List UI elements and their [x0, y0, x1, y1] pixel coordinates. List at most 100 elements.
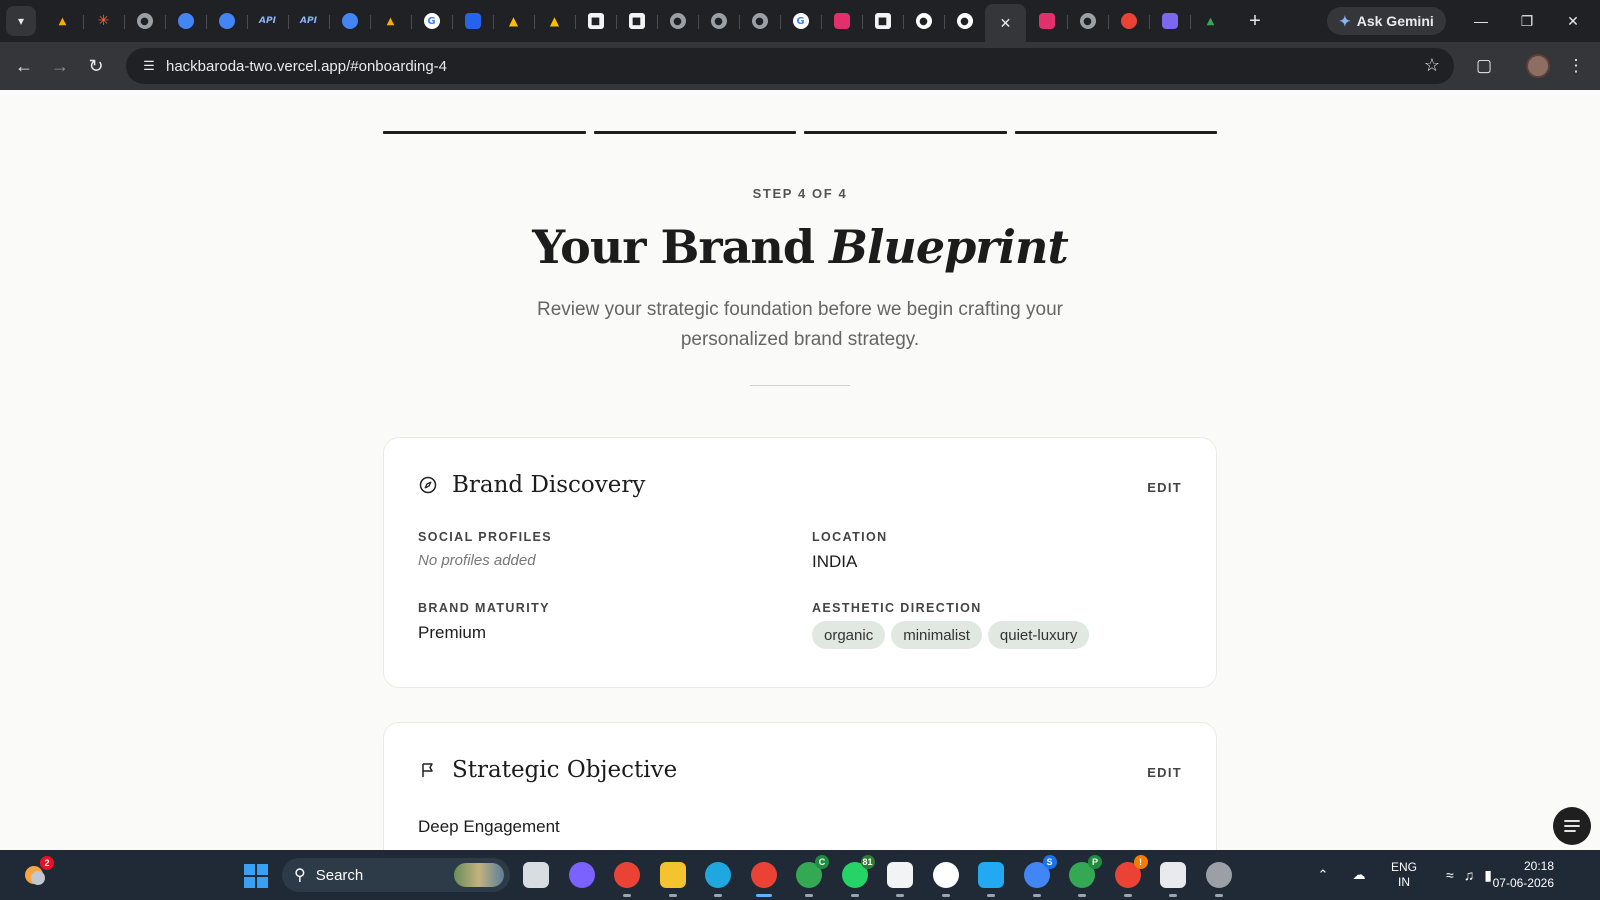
- title-italic: Blueprint: [829, 220, 1069, 274]
- back-button[interactable]: ←: [6, 48, 42, 84]
- google-cloud-icon: [341, 13, 358, 29]
- vscode-taskbar-button[interactable]: [975, 859, 1007, 897]
- restore-button[interactable]: ❐: [1504, 0, 1550, 42]
- browser-tab-strip: ▾ ▲ ✳ ● API API ▲ G ▲ ▲ ■ ■ ● ● ● G ■ ● ● ✕ ● ▲ + ✦ Ask Gemin…: [0, 0, 1600, 42]
- chrome-profile-alert-taskbar-button[interactable]: !: [1112, 855, 1148, 897]
- snipping-tool-taskbar-button[interactable]: [1157, 859, 1189, 897]
- globe-icon: ●: [751, 13, 768, 29]
- aesthetic-tag: minimalist: [891, 621, 982, 649]
- browser-tab[interactable]: G: [780, 4, 821, 38]
- browser-tab[interactable]: ●: [657, 4, 698, 38]
- file-explorer-taskbar-button[interactable]: [657, 859, 689, 897]
- app-badge: S: [1042, 855, 1057, 869]
- cube-app-taskbar-button[interactable]: [884, 859, 916, 897]
- browser-tab[interactable]: API: [247, 4, 288, 38]
- app-badge: C: [815, 855, 829, 869]
- browser-tab[interactable]: ●: [1067, 4, 1108, 38]
- chat-menu-icon: [1564, 820, 1580, 832]
- edit-objective-button[interactable]: EDIT: [1147, 765, 1182, 780]
- chrome-profile-taskbar-button[interactable]: [748, 859, 780, 897]
- browser-tab[interactable]: [1108, 4, 1149, 38]
- language-indicator[interactable]: ENG IN: [1384, 850, 1424, 900]
- extensions-button[interactable]: ▢: [1466, 48, 1502, 84]
- tab-list: ▲ ✳ ● API API ▲ G ▲ ▲ ■ ■ ● ● ● G ■ ● ● ✕ ● ▲ +: [42, 0, 1269, 42]
- browser-tab[interactable]: [452, 4, 493, 38]
- show-hidden-icons-button[interactable]: ⌃: [1310, 850, 1336, 900]
- browser-tab[interactable]: ■: [575, 4, 616, 38]
- cube-icon: ■: [628, 13, 645, 29]
- browser-tab[interactable]: G: [411, 4, 452, 38]
- system-clock[interactable]: 20:18 07-06-2026: [1493, 858, 1554, 892]
- google-cloud-icon: [218, 13, 235, 29]
- browser-tab[interactable]: [165, 4, 206, 38]
- close-tab-icon[interactable]: ✕: [1000, 15, 1012, 32]
- browser-tab[interactable]: [1149, 4, 1190, 38]
- browser-tab[interactable]: ▲: [1190, 4, 1231, 38]
- arc-taskbar-button[interactable]: [930, 859, 962, 897]
- weather-badge: 2: [40, 856, 54, 870]
- task-view-taskbar-button[interactable]: [520, 859, 552, 891]
- browser-tab[interactable]: ▲: [370, 4, 411, 38]
- browser-tab[interactable]: ▲: [534, 4, 575, 38]
- browser-tab[interactable]: [206, 4, 247, 38]
- browser-tab[interactable]: ▲: [42, 4, 83, 38]
- browser-tab[interactable]: ●: [698, 4, 739, 38]
- chat-assistant-button[interactable]: [1553, 807, 1591, 845]
- url-text[interactable]: hackbaroda-two.vercel.app/#onboarding-4: [166, 58, 447, 75]
- weather-widget[interactable]: 2: [20, 856, 54, 890]
- browser-tab[interactable]: ✳: [83, 4, 124, 38]
- browser-tab[interactable]: ■: [862, 4, 903, 38]
- browser-tab[interactable]: API: [288, 4, 329, 38]
- onedrive-icon[interactable]: ☁: [1344, 850, 1374, 900]
- media-player-taskbar-button[interactable]: [1203, 859, 1235, 897]
- address-bar[interactable]: ☰ hackbaroda-two.vercel.app/#onboarding-…: [126, 48, 1454, 84]
- minimize-icon: —: [1474, 13, 1488, 29]
- edge-taskbar-button[interactable]: [702, 859, 734, 897]
- minimize-button[interactable]: —: [1458, 0, 1504, 42]
- browser-tab[interactable]: ▲: [493, 4, 534, 38]
- site-settings-icon[interactable]: ☰: [132, 58, 166, 74]
- browser-tab[interactable]: ●: [944, 4, 985, 38]
- profile-button[interactable]: [1520, 48, 1556, 84]
- chrome-profile-c-taskbar-button[interactable]: C: [793, 855, 829, 897]
- taskbar-search[interactable]: ⚲ Search: [282, 858, 510, 892]
- ask-gemini-button[interactable]: ✦ Ask Gemini: [1327, 7, 1446, 35]
- browser-menu-button[interactable]: ⋮: [1558, 48, 1594, 84]
- chrome-profile-s-taskbar-button[interactable]: S: [1021, 855, 1057, 897]
- browser-toolbar: ← → ↻ ☰ hackbaroda-two.vercel.app/#onboa…: [0, 42, 1600, 90]
- whatsapp-taskbar-button[interactable]: 81: [839, 855, 875, 897]
- browser-tab[interactable]: [821, 4, 862, 38]
- kebab-menu-icon: ⋮: [1567, 56, 1585, 75]
- browser-tab[interactable]: ●: [903, 4, 944, 38]
- edit-discovery-button[interactable]: EDIT: [1147, 480, 1182, 495]
- battery-icon: ▮: [1484, 866, 1492, 883]
- flag-icon: [418, 760, 438, 780]
- github-icon: ●: [915, 13, 932, 29]
- forward-button[interactable]: →: [42, 48, 78, 84]
- field-value: INDIA: [812, 552, 858, 571]
- aesthetic-tag: quiet-luxury: [987, 621, 1090, 649]
- search-label: Search: [315, 866, 364, 884]
- browser-tab[interactable]: ✕: [985, 4, 1026, 42]
- reload-button[interactable]: ↻: [78, 48, 114, 84]
- tab-search-button[interactable]: ▾: [6, 6, 36, 36]
- wifi-icon: ≈: [1446, 867, 1454, 883]
- new-tab-button[interactable]: +: [1241, 10, 1269, 33]
- browser-tab[interactable]: ●: [739, 4, 780, 38]
- browser-tab[interactable]: [1026, 4, 1067, 38]
- compass-icon: [418, 475, 438, 495]
- close-window-button[interactable]: ✕: [1550, 0, 1596, 42]
- browser-tab[interactable]: [329, 4, 370, 38]
- browser-tab[interactable]: ●: [124, 4, 165, 38]
- chrome-profile-p-taskbar-button[interactable]: P: [1066, 855, 1102, 897]
- copilot-taskbar-button[interactable]: [566, 859, 598, 891]
- cube-icon: ■: [587, 13, 604, 29]
- field-label: AESTHETIC DIRECTION: [812, 601, 982, 615]
- swift-icon: [464, 13, 481, 29]
- windows-logo-pane: [257, 877, 268, 888]
- start-button[interactable]: [244, 864, 268, 888]
- chrome-taskbar-button[interactable]: [611, 859, 643, 897]
- browser-tab[interactable]: ■: [616, 4, 657, 38]
- running-indicator: [850, 894, 859, 897]
- bookmark-star-icon[interactable]: ☆: [1424, 55, 1440, 76]
